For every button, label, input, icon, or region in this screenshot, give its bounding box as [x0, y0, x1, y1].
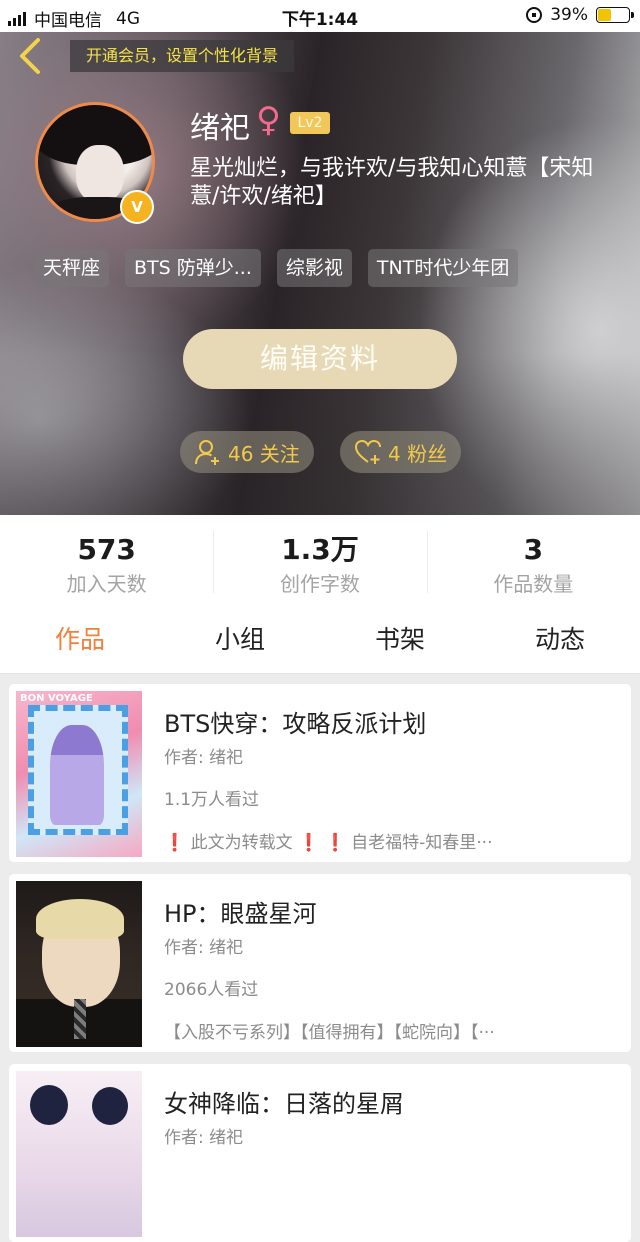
- heart-plus-icon: [354, 439, 381, 464]
- work-tags: ❗ 此文为转载文 ❗ ❗ 自老福特-知春里···: [164, 828, 604, 853]
- level-badge: Lv2: [290, 112, 330, 134]
- following-button[interactable]: 46 关注: [180, 431, 314, 473]
- work-card[interactable]: BON VOYAGE BTS快穿：攻略反派计划 作者: 绪祀 1.1万人看过 ❗…: [9, 684, 631, 862]
- interest-tags: 天秤座 BTS 防弹少... 综影视 TNT时代少年团: [34, 249, 519, 287]
- work-title: 女神降临：日落的星屑: [164, 1090, 404, 1118]
- work-title: HP：眼盛星河: [164, 900, 317, 928]
- work-card[interactable]: HP：眼盛星河 作者: 绪祀 2066人看过 【入股不亏系列】【值得拥有】【蛇院…: [9, 874, 631, 1052]
- battery-percent: 39%: [550, 5, 588, 25]
- stat-label: 创作字数: [279, 572, 360, 596]
- work-views: 2066人看过: [164, 980, 259, 1000]
- tab-works[interactable]: 作品: [0, 610, 160, 673]
- work-title: BTS快穿：攻略反派计划: [164, 710, 427, 738]
- stat-label: 作品数量: [493, 572, 574, 596]
- book-cover: [16, 1071, 142, 1237]
- work-tag-text: 自老福特-知春里···: [345, 833, 493, 853]
- exclamation-icon: ❗: [297, 833, 320, 853]
- stat-label: 加入天数: [66, 572, 147, 596]
- battery-icon: [596, 7, 634, 23]
- female-icon: ♀: [256, 100, 281, 140]
- stat-value: 3: [523, 533, 544, 566]
- profile-stats: 573 加入天数 1.3万 创作字数 3 作品数量: [0, 515, 640, 610]
- tab-groups[interactable]: 小组: [160, 610, 320, 673]
- interest-tag[interactable]: BTS 防弹少...: [125, 249, 261, 287]
- work-tag-text: 【入股不亏系列】【值得拥有】【蛇院向】【···: [164, 1023, 495, 1043]
- exclamation-icon: ❗: [164, 833, 186, 853]
- work-card[interactable]: 女神降临：日落的星屑 作者: 绪祀: [9, 1064, 631, 1242]
- user-bio: 星光灿烂，与我许欢/与我知心知薏【宋知薏/许欢/绪祀】: [190, 156, 594, 209]
- work-author: 作者: 绪祀: [164, 748, 244, 768]
- stat-days-joined: 573 加入天数: [0, 515, 213, 610]
- work-tags: 【入股不亏系列】【值得拥有】【蛇院向】【···: [164, 1018, 604, 1043]
- exclamation-icon: ❗: [324, 833, 346, 853]
- stat-value: 573: [77, 533, 136, 566]
- interest-tag[interactable]: 综影视: [276, 249, 352, 287]
- stat-value: 1.3万: [281, 533, 359, 566]
- tab-activity[interactable]: 动态: [480, 610, 640, 673]
- work-author: 作者: 绪祀: [164, 1128, 244, 1148]
- book-cover: BON VOYAGE: [16, 691, 142, 857]
- profile-tabs: 作品 小组 书架 动态: [0, 610, 640, 674]
- work-author: 作者: 绪祀: [164, 938, 244, 958]
- book-cover: [16, 881, 142, 1047]
- rotation-lock-icon: [526, 7, 543, 23]
- interest-tag[interactable]: 天秤座: [34, 249, 110, 287]
- add-user-icon: [195, 440, 219, 465]
- edit-profile-button[interactable]: 编辑资料: [183, 329, 457, 389]
- chevron-left-icon: [20, 38, 40, 74]
- stat-word-count: 1.3万 创作字数: [213, 515, 426, 610]
- followers-count: 4 粉丝: [388, 441, 448, 466]
- vip-background-banner[interactable]: 开通会员，设置个性化背景: [70, 40, 295, 72]
- followers-button[interactable]: 4 粉丝: [340, 431, 462, 473]
- user-name: 绪祀: [190, 111, 250, 146]
- tab-bookshelf[interactable]: 书架: [320, 610, 480, 673]
- interest-tag[interactable]: TNT时代少年团: [367, 249, 519, 287]
- following-count: 46 关注: [228, 441, 300, 466]
- back-button[interactable]: [14, 36, 50, 76]
- work-views: 1.1万人看过: [164, 790, 260, 810]
- status-bar: 中国电信 4G 下午1:44 39%: [0, 0, 640, 32]
- verified-badge: V: [120, 190, 154, 224]
- stat-works-count: 3 作品数量: [426, 515, 640, 610]
- work-tag-text: 此文为转载文: [185, 833, 298, 853]
